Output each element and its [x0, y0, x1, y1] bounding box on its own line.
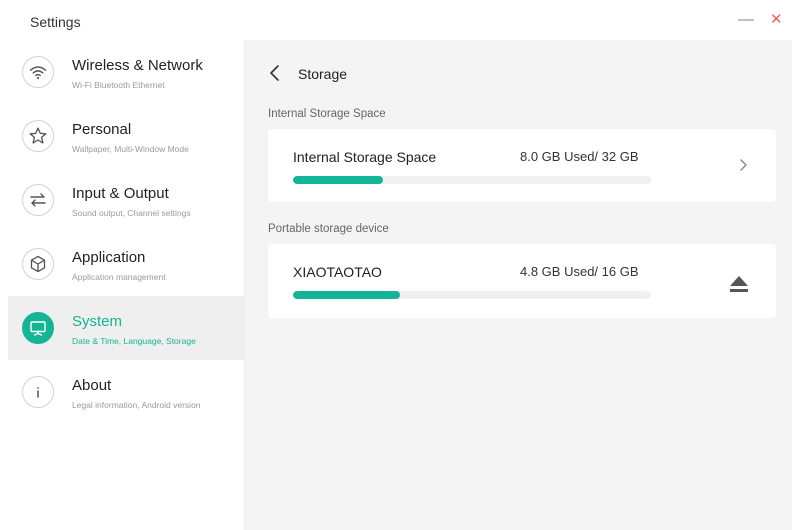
sidebar-item-subtitle: Date & Time, Language, Storage: [72, 336, 196, 346]
sidebar-item-title: System: [72, 313, 123, 330]
eject-icon[interactable]: [727, 273, 751, 295]
settings-window: Settings — ✕ Wireless & Network Wi-Fi Bl…: [0, 0, 792, 530]
sidebar-item-about[interactable]: About Legal information, Android version: [8, 360, 244, 424]
chevron-left-icon: [270, 65, 279, 81]
title-bar: Settings — ✕: [0, 0, 792, 40]
back-button[interactable]: [265, 60, 285, 86]
section-label-internal: Internal Storage Space: [268, 108, 386, 120]
close-button[interactable]: ✕: [770, 10, 783, 30]
sidebar-item-subtitle: Application management: [72, 272, 166, 282]
sidebar-item-wireless-network[interactable]: Wireless & Network Wi-Fi Bluetooth Ether…: [8, 40, 244, 104]
sidebar-item-subtitle: Wi-Fi Bluetooth Ethernet: [72, 80, 165, 90]
storage-name: Internal Storage Space: [293, 149, 437, 165]
storage-usage: 8.0 GB Used/ 32 GB: [520, 149, 639, 164]
sidebar-item-application[interactable]: Application Application management: [8, 232, 244, 296]
sidebar-item-title: Wireless & Network: [72, 57, 203, 74]
storage-name: XIAOTAOTAO: [293, 264, 382, 280]
storage-usage-bar: [293, 291, 651, 299]
storage-usage: 4.8 GB Used/ 16 GB: [520, 264, 639, 279]
sidebar: Wireless & Network Wi-Fi Bluetooth Ether…: [8, 40, 245, 530]
internal-storage-card[interactable]: Internal Storage Space 8.0 GB Used/ 32 G…: [268, 129, 776, 202]
sidebar-item-subtitle: Wallpaper, Multi-Window Mode: [72, 144, 189, 154]
info-icon: [22, 376, 54, 408]
cube-icon: [22, 248, 54, 280]
window-title: Settings: [30, 14, 81, 30]
sidebar-item-title: Personal: [72, 121, 132, 138]
storage-usage-fill: [293, 291, 401, 299]
sidebar-item-subtitle: Legal information, Android version: [72, 400, 201, 410]
sidebar-item-input-output[interactable]: Input & Output Sound output, Channel set…: [8, 168, 244, 232]
portable-storage-card[interactable]: XIAOTAOTAO 4.8 GB Used/ 16 GB: [268, 244, 776, 318]
sidebar-item-title: Application: [72, 249, 146, 266]
sidebar-item-title: Input & Output: [72, 185, 169, 202]
storage-panel: Storage Internal Storage Space Internal …: [245, 40, 792, 530]
star-icon: [22, 120, 54, 152]
sidebar-item-personal[interactable]: Personal Wallpaper, Multi-Window Mode: [8, 104, 244, 168]
section-label-portable: Portable storage device: [268, 223, 389, 235]
minimize-button[interactable]: —: [738, 10, 754, 30]
sidebar-item-subtitle: Sound output, Channel settings: [72, 208, 191, 218]
storage-usage-fill: [293, 176, 383, 184]
sidebar-item-title: About: [72, 377, 112, 394]
storage-usage-bar: [293, 176, 651, 184]
page-title: Storage: [298, 66, 348, 82]
chevron-right-icon: [740, 159, 747, 171]
sidebar-item-system[interactable]: System Date & Time, Language, Storage: [8, 296, 244, 360]
swap-arrows-icon: [22, 184, 54, 216]
wifi-icon: [22, 56, 54, 88]
monitor-icon: [22, 312, 54, 344]
